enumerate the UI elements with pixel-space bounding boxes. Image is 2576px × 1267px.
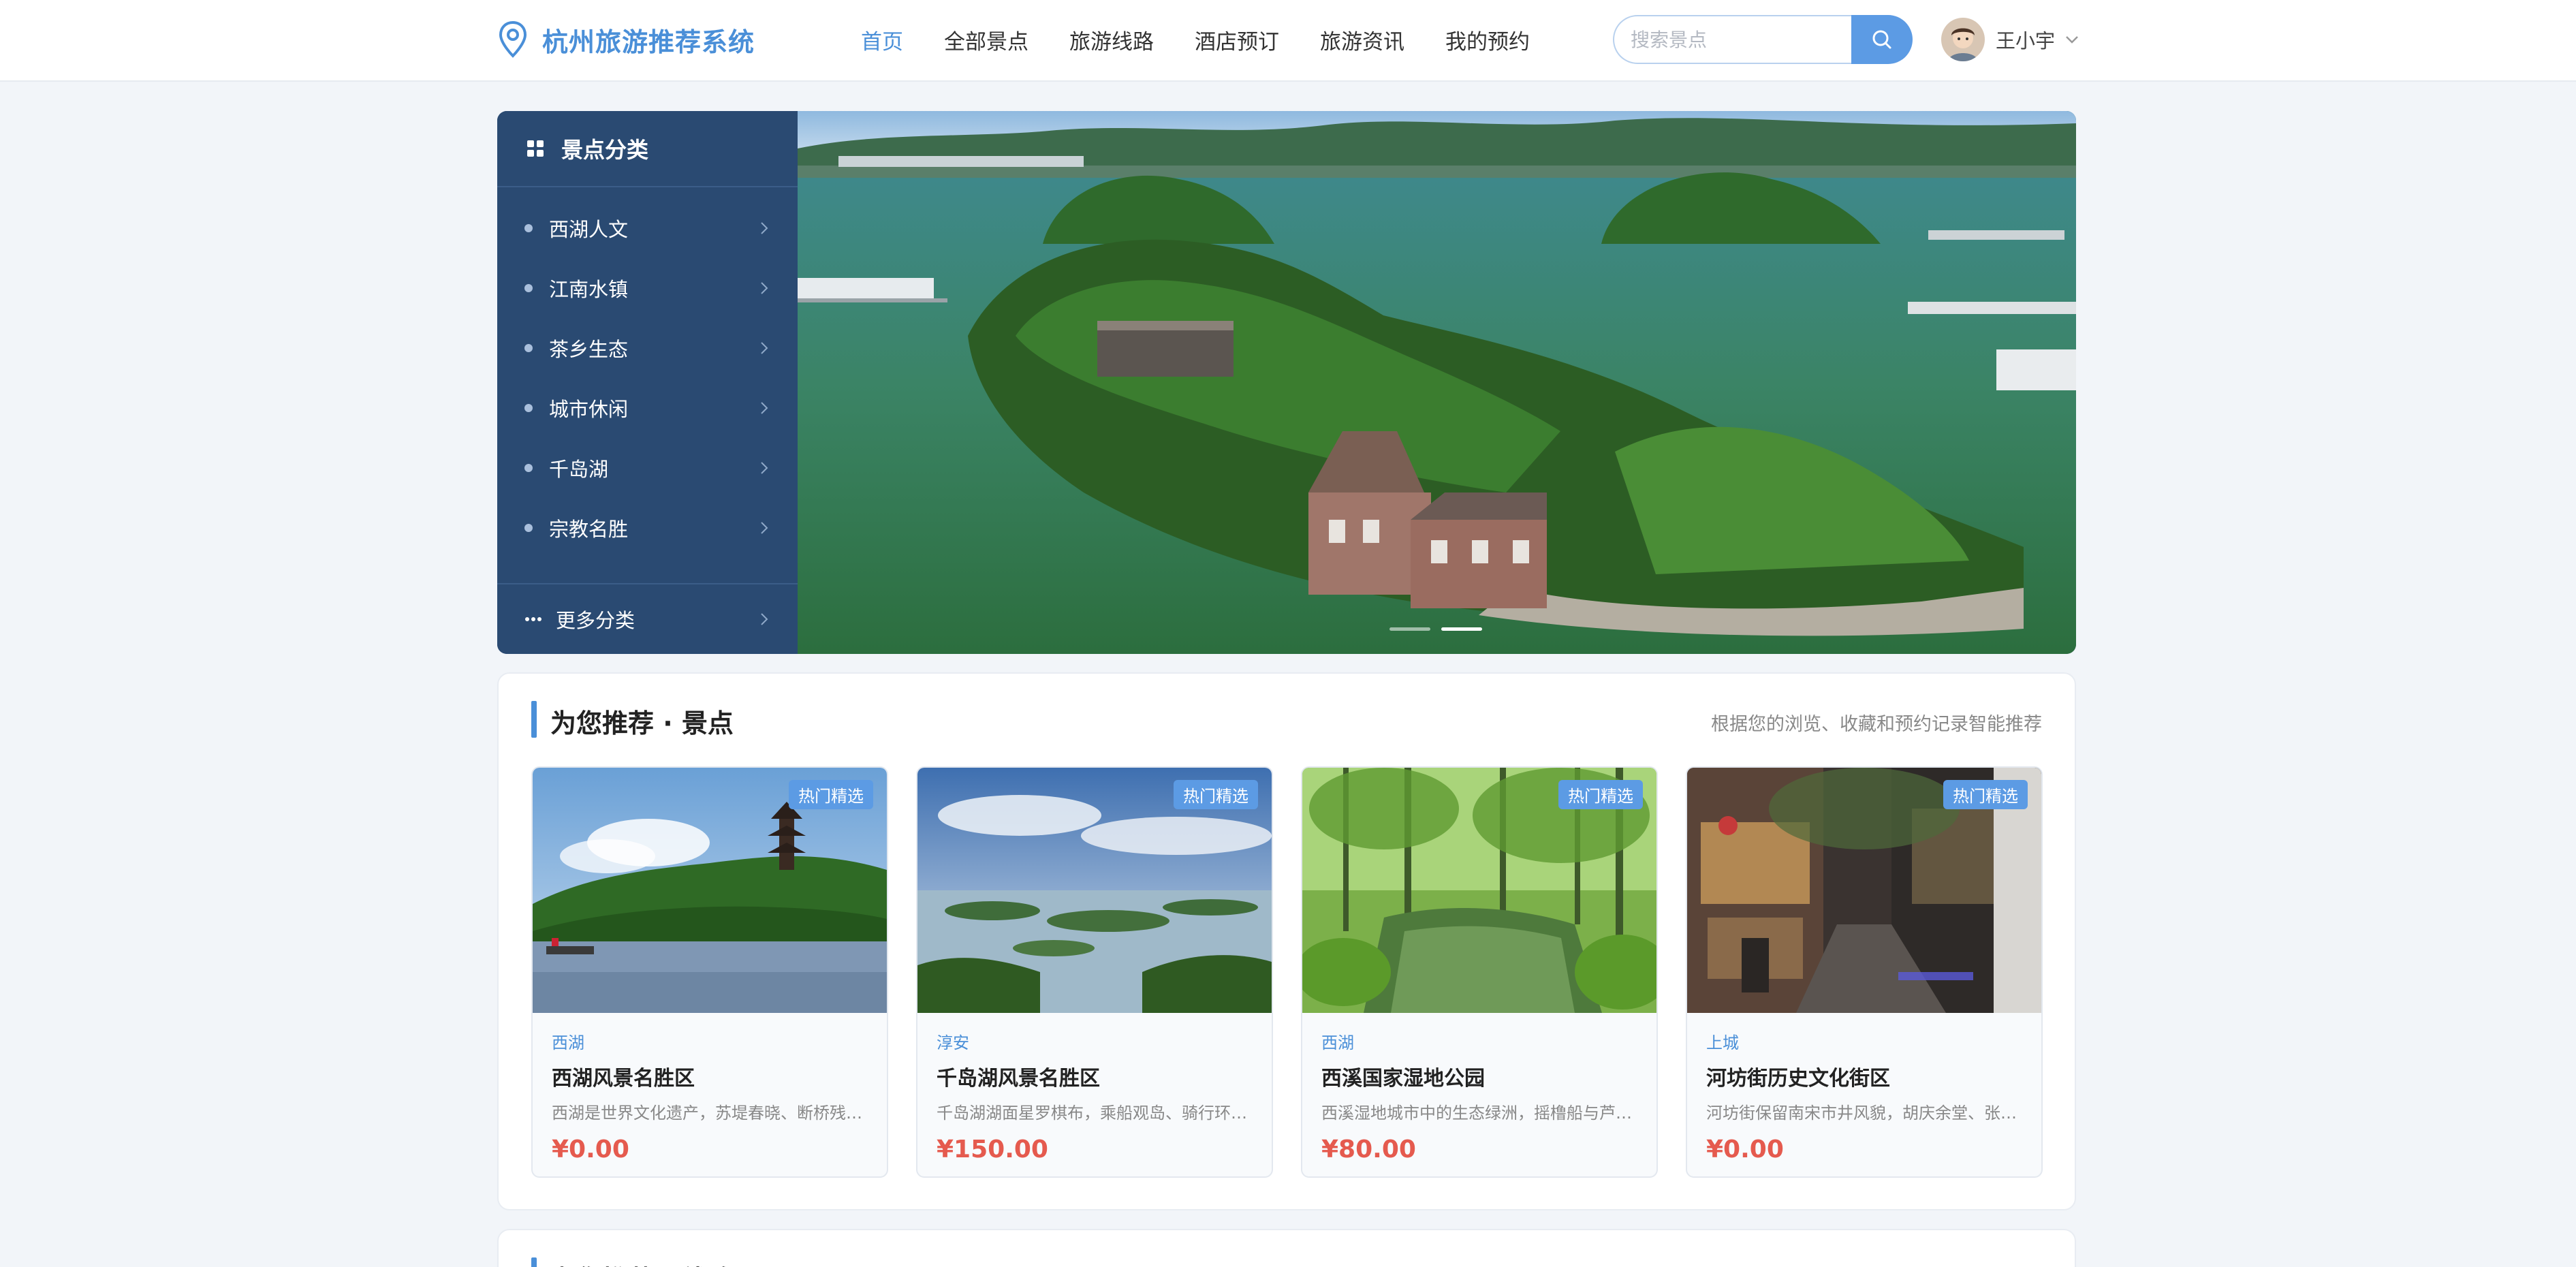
card-body: 西湖 西溪国家湿地公园 西溪湿地城市中的生态绿洲，摇橹船与芦… ¥80.00 — [1302, 1013, 1656, 1163]
chevron-right-icon — [761, 522, 768, 534]
hot-pick-badge: 热门精选 — [789, 780, 873, 809]
recommend-attractions-section: 为您推荐 · 景点 根据您的浏览、收藏和预约记录智能推荐 热门精选 西湖 西湖风… — [497, 672, 2076, 1210]
card-price: ¥0.00 — [552, 1136, 629, 1163]
category-title: 景点分类 — [561, 137, 649, 163]
card-area: 淳安 — [937, 1033, 969, 1052]
card-description: 千岛湖湖面星罗棋布，乘船观岛、骑行环… — [937, 1104, 1247, 1123]
attraction-card-xihu[interactable]: 热门精选 西湖 西湖风景名胜区 西湖是世界文化遗产，苏堤春晓、断桥残… ¥0.0… — [531, 766, 888, 1178]
search-box — [1613, 15, 1913, 64]
search-button[interactable] — [1851, 15, 1913, 64]
carousel-dot-2[interactable] — [1441, 627, 1482, 631]
grid-icon — [527, 140, 544, 157]
nav-travel-routes[interactable]: 旅游线路 — [1069, 25, 1154, 55]
card-area: 西湖 — [1321, 1033, 1354, 1052]
card-name: 西溪国家湿地公园 — [1321, 1067, 1485, 1091]
section-accent-bar — [531, 701, 537, 738]
attraction-cards: 热门精选 西湖 西湖风景名胜区 西湖是世界文化遗产，苏堤春晓、断桥残… ¥0.0… — [531, 766, 2043, 1178]
user-name: 王小宇 — [1996, 29, 2056, 52]
category-label: 城市休闲 — [549, 398, 629, 421]
bullet-dot — [524, 404, 533, 412]
category-item-xihu-culture[interactable]: 西湖人文 — [497, 198, 798, 258]
category-label: 宗教名胜 — [549, 518, 629, 541]
banner-image-lake[interactable] — [798, 111, 2076, 654]
card-name: 河坊街历史文化街区 — [1706, 1067, 1890, 1091]
hot-pick-badge: 热门精选 — [1174, 780, 1258, 809]
chevron-right-icon — [761, 342, 768, 354]
section-accent-bar — [531, 1257, 537, 1267]
category-item-tea-ecology[interactable]: 茶乡生态 — [497, 318, 798, 378]
card-name: 千岛湖风景名胜区 — [937, 1067, 1100, 1091]
bullet-dot — [524, 284, 533, 292]
card-price: ¥150.00 — [937, 1136, 1048, 1163]
attraction-card-qiandao-lake[interactable]: 热门精选 淳安 千岛湖风景名胜区 千岛湖湖面星罗棋布，乘船观岛、骑行环… ¥15… — [916, 766, 1273, 1178]
bullet-dot — [524, 524, 533, 532]
bullet-dot — [524, 464, 533, 472]
more-categories-button[interactable]: 更多分类 — [497, 583, 798, 654]
card-body: 淳安 千岛湖风景名胜区 千岛湖湖面星罗棋布，乘船观岛、骑行环… ¥150.00 — [917, 1013, 1272, 1163]
nav-all-attractions[interactable]: 全部景点 — [944, 25, 1028, 55]
search-input[interactable] — [1613, 15, 1851, 64]
main-nav: 首页 全部景点 旅游线路 酒店预订 旅游资讯 我的预约 — [861, 0, 1571, 79]
section-hint: 根据您的浏览、收藏和预约记录智能推荐 — [1711, 714, 2042, 735]
category-label: 江南水镇 — [549, 278, 629, 301]
more-categories-label: 更多分类 — [556, 609, 635, 632]
section-title: 为您推荐 · 景点 — [550, 708, 734, 738]
card-area: 西湖 — [552, 1033, 584, 1052]
logo[interactable]: 杭州旅游推荐系统 — [497, 18, 755, 61]
category-label: 千岛湖 — [549, 458, 609, 481]
card-name: 西湖风景名胜区 — [552, 1067, 695, 1091]
card-description: 河坊街保留南宋市井风貌，胡庆余堂、张… — [1706, 1104, 2017, 1123]
card-description: 西湖是世界文化遗产，苏堤春晓、断桥残… — [552, 1104, 862, 1123]
hero-section: 景点分类 西湖人文 江南水镇 茶乡生态 城市休闲 千岛湖 宗教名胜 更多分类 — [497, 111, 2076, 654]
section-title: 为您推荐 · 线路 — [550, 1259, 734, 1267]
category-header: 景点分类 — [497, 111, 798, 187]
carousel-dot-1[interactable] — [1389, 627, 1430, 631]
card-body: 上城 河坊街历史文化街区 河坊街保留南宋市井风貌，胡庆余堂、张… ¥0.00 — [1687, 1013, 2041, 1163]
category-list: 西湖人文 江南水镇 茶乡生态 城市休闲 千岛湖 宗教名胜 — [497, 187, 798, 558]
chevron-right-icon — [761, 613, 768, 625]
search-icon — [1872, 30, 1891, 49]
nav-hotel-booking[interactable]: 酒店预订 — [1195, 25, 1279, 55]
chevron-right-icon — [761, 222, 768, 234]
chevron-right-icon — [761, 462, 768, 474]
chevron-down-icon — [2066, 36, 2078, 44]
category-sidebar: 景点分类 西湖人文 江南水镇 茶乡生态 城市休闲 千岛湖 宗教名胜 更多分类 — [497, 111, 798, 654]
user-menu[interactable]: 王小宇 — [1941, 16, 2079, 63]
card-description: 西溪湿地城市中的生态绿洲，摇橹船与芦… — [1321, 1104, 1632, 1123]
bullet-dot — [524, 224, 533, 232]
category-label: 茶乡生态 — [549, 338, 629, 361]
avatar — [1941, 18, 1985, 61]
category-item-city-leisure[interactable]: 城市休闲 — [497, 378, 798, 438]
recommend-routes-section: 为您推荐 · 线路 — [497, 1229, 2076, 1267]
more-dots-icon — [525, 617, 541, 621]
nav-my-reservations[interactable]: 我的预约 — [1445, 25, 1530, 55]
category-item-religious-sites[interactable]: 宗教名胜 — [497, 498, 798, 558]
attraction-card-xixi-wetland[interactable]: 热门精选 西湖 西溪国家湿地公园 西溪湿地城市中的生态绿洲，摇橹船与芦… ¥80… — [1301, 766, 1658, 1178]
carousel-indicators — [1389, 627, 1493, 631]
hot-pick-badge: 热门精选 — [1558, 780, 1643, 809]
hot-pick-badge: 热门精选 — [1943, 780, 2028, 809]
card-price: ¥0.00 — [1706, 1136, 1784, 1163]
location-pin-icon — [499, 20, 527, 58]
site-title: 杭州旅游推荐系统 — [542, 27, 755, 57]
chevron-right-icon — [761, 402, 768, 414]
category-item-water-towns[interactable]: 江南水镇 — [497, 258, 798, 318]
card-price: ¥80.00 — [1321, 1136, 1416, 1163]
category-label: 西湖人文 — [549, 218, 629, 241]
card-body: 西湖 西湖风景名胜区 西湖是世界文化遗产，苏堤春晓、断桥残… ¥0.00 — [533, 1013, 887, 1163]
bullet-dot — [524, 344, 533, 352]
attraction-card-hefang-street[interactable]: 热门精选 上城 河坊街历史文化街区 河坊街保留南宋市井风貌，胡庆余堂、张… ¥0… — [1686, 766, 2043, 1178]
card-area: 上城 — [1706, 1033, 1739, 1052]
category-item-qiandao-lake[interactable]: 千岛湖 — [497, 438, 798, 498]
nav-home[interactable]: 首页 — [861, 25, 903, 55]
top-navbar: 杭州旅游推荐系统 首页 全部景点 旅游线路 酒店预订 旅游资讯 我的预约 搜索景… — [0, 0, 2576, 82]
nav-travel-news[interactable]: 旅游资讯 — [1320, 25, 1404, 55]
chevron-right-icon — [761, 282, 768, 294]
